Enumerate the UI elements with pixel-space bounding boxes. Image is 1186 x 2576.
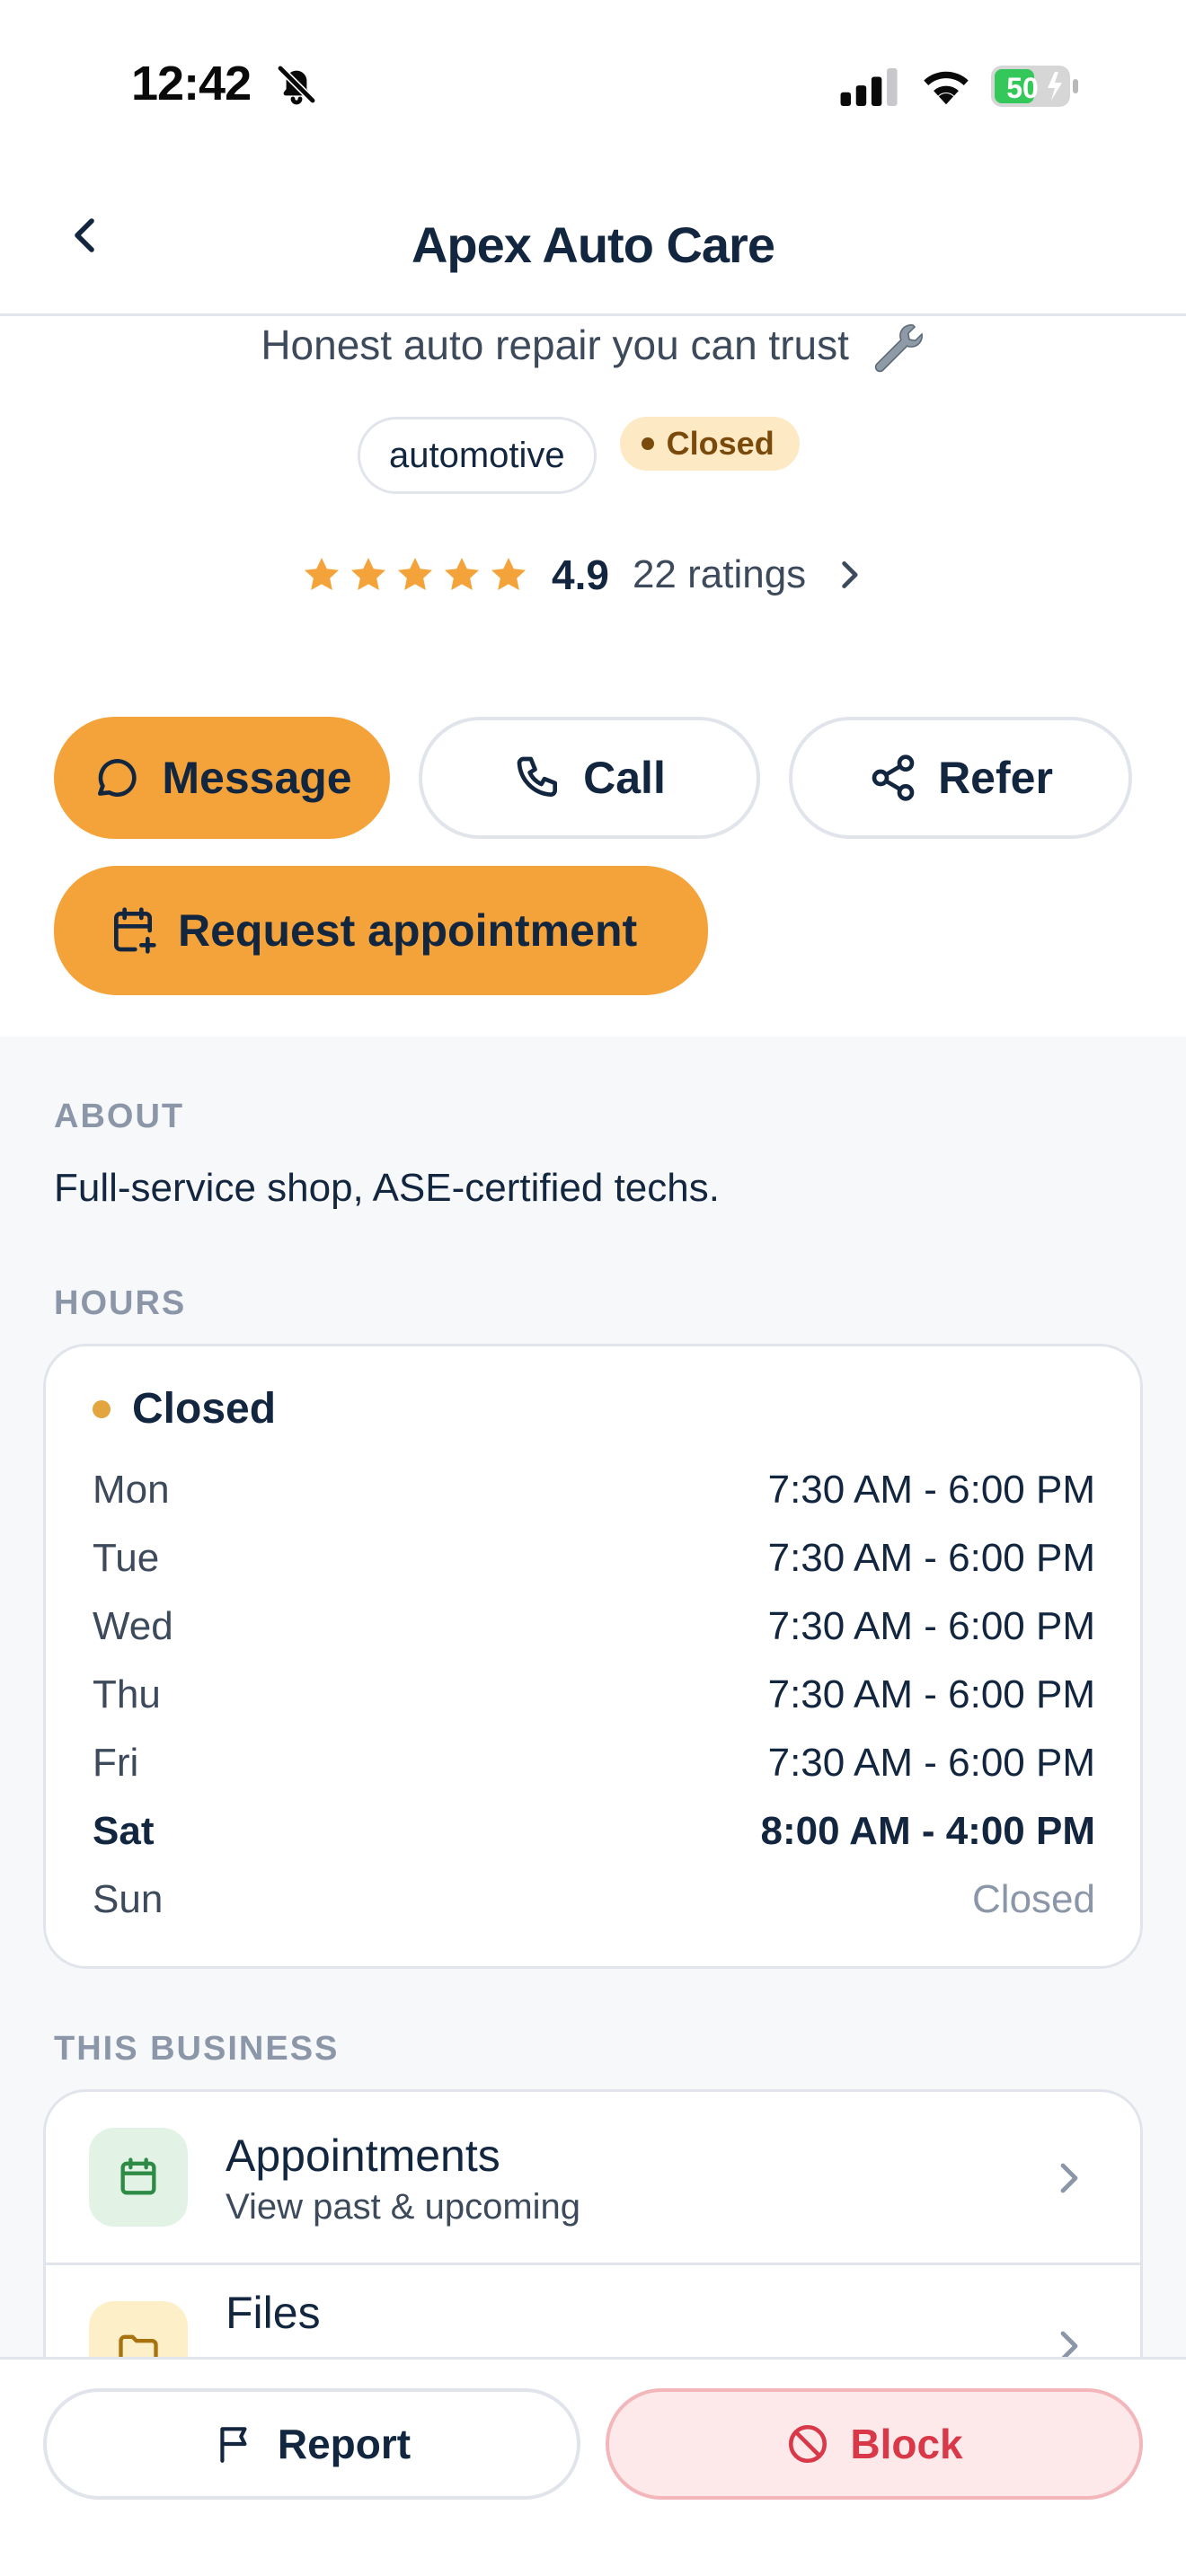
status-dot	[93, 1399, 111, 1418]
bell-off-icon	[277, 65, 316, 105]
star-icon	[398, 558, 432, 590]
wifi-icon	[924, 71, 969, 105]
hours-row: Fri 7:30 AM - 6:00 PM	[93, 1736, 1095, 1790]
page-title: Apex Auto Care	[411, 216, 775, 273]
message-button[interactable]: Message	[54, 717, 390, 839]
hours-time: 7:30 AM - 6:00 PM	[767, 1468, 1095, 1512]
files-title: Files	[226, 2288, 321, 2338]
calendar-plus-icon	[114, 907, 156, 954]
hours-time: 7:30 AM - 6:00 PM	[767, 1741, 1095, 1785]
hours-day: Sun	[93, 1877, 164, 1921]
refer-button[interactable]: Refer	[789, 717, 1132, 839]
request-appointment-button[interactable]: Request appointment	[54, 866, 708, 995]
block-button-label: Block	[850, 2421, 963, 2467]
calendar-icon	[120, 2157, 156, 2195]
phone-icon	[517, 756, 558, 797]
star-icon	[351, 558, 385, 590]
chat-bubble-icon	[98, 759, 137, 797]
call-button-label: Call	[583, 753, 666, 803]
business-tagline: Honest auto repair you can trust	[0, 320, 1186, 377]
hours-heading: HOURS	[54, 1284, 187, 1322]
flag-icon	[220, 2427, 247, 2463]
hours-row: Mon 7:30 AM - 6:00 PM	[93, 1463, 1095, 1517]
hours-row: Tue 7:30 AM - 6:00 PM	[93, 1531, 1095, 1585]
star-icon	[445, 558, 479, 590]
hours-day: Sat	[93, 1809, 155, 1853]
hours-time: 7:30 AM - 6:00 PM	[767, 1604, 1095, 1648]
rating-value: 4.9	[552, 551, 609, 598]
rating-stars	[300, 553, 530, 596]
rating-count: 22 ratings	[632, 552, 807, 596]
hours-status: Closed	[93, 1384, 276, 1434]
chevron-right-icon	[1060, 2163, 1078, 2193]
about-text: Full-service shop, ASE-certified techs.	[54, 1166, 720, 1210]
battery-icon: 50	[991, 66, 1078, 107]
hours-day: Tue	[93, 1536, 160, 1580]
battery-indicator: 50	[990, 65, 1080, 108]
status-badge-label: Closed	[666, 425, 774, 462]
bottom-action-bar: Report Block	[0, 2357, 1186, 2576]
appointments-link[interactable]: Appointments View past & upcoming	[46, 2092, 1140, 2263]
appointments-icon-tile	[89, 2128, 188, 2227]
about-heading: ABOUT	[54, 1098, 185, 1135]
cellular-signal-icon	[840, 68, 898, 106]
hours-time: 7:30 AM - 6:00 PM	[767, 1672, 1095, 1716]
status-dot	[641, 437, 654, 450]
wrench-icon	[874, 324, 923, 373]
tagline-text: Honest auto repair you can trust	[261, 322, 849, 369]
star-icon	[491, 558, 526, 590]
hours-day: Mon	[93, 1468, 170, 1512]
request-appointment-label: Request appointment	[178, 905, 638, 956]
battery-level: 50	[1006, 72, 1039, 104]
message-button-label: Message	[162, 753, 352, 803]
rating-summary[interactable]: 4.9 22 ratings	[300, 546, 865, 604]
status-bar: 12:42 50	[0, 0, 1186, 171]
hours-time: 8:00 AM - 4:00 PM	[760, 1809, 1095, 1853]
hours-day: Fri	[93, 1741, 139, 1785]
business-tags: automotive Closed	[358, 417, 800, 494]
status-badge: Closed	[619, 417, 800, 471]
category-tag[interactable]: automotive	[358, 417, 597, 494]
hours-time: Closed	[972, 1877, 1095, 1921]
share-icon	[872, 754, 915, 801]
hours-row: Sun Closed	[93, 1873, 1095, 1927]
hours-time: 7:30 AM - 6:00 PM	[767, 1536, 1095, 1580]
hours-row-today: Sat 8:00 AM - 4:00 PM	[93, 1804, 1095, 1858]
hours-day: Wed	[93, 1604, 173, 1648]
chevron-right-icon	[842, 561, 858, 588]
appointments-subtitle: View past & upcoming	[226, 2187, 581, 2227]
status-time: 12:42	[131, 57, 252, 110]
hours-card: Closed Mon 7:30 AM - 6:00 PM Tue 7:30 AM…	[43, 1344, 1143, 1969]
nav-bar: Apex Auto Care	[0, 171, 1186, 316]
appointments-title: Appointments	[226, 2130, 500, 2181]
hours-status-label: Closed	[132, 1385, 277, 1433]
report-button[interactable]: Report	[43, 2388, 580, 2500]
refer-button-label: Refer	[938, 753, 1053, 803]
hours-row: Thu 7:30 AM - 6:00 PM	[93, 1668, 1095, 1722]
report-button-label: Report	[277, 2421, 412, 2467]
block-icon	[789, 2424, 828, 2464]
this-business-heading: THIS BUSINESS	[54, 2030, 340, 2068]
hours-day: Thu	[93, 1672, 161, 1716]
hours-row: Wed 7:30 AM - 6:00 PM	[93, 1600, 1095, 1654]
block-button[interactable]: Block	[606, 2388, 1143, 2500]
star-icon	[305, 558, 339, 590]
call-button[interactable]: Call	[419, 717, 760, 839]
